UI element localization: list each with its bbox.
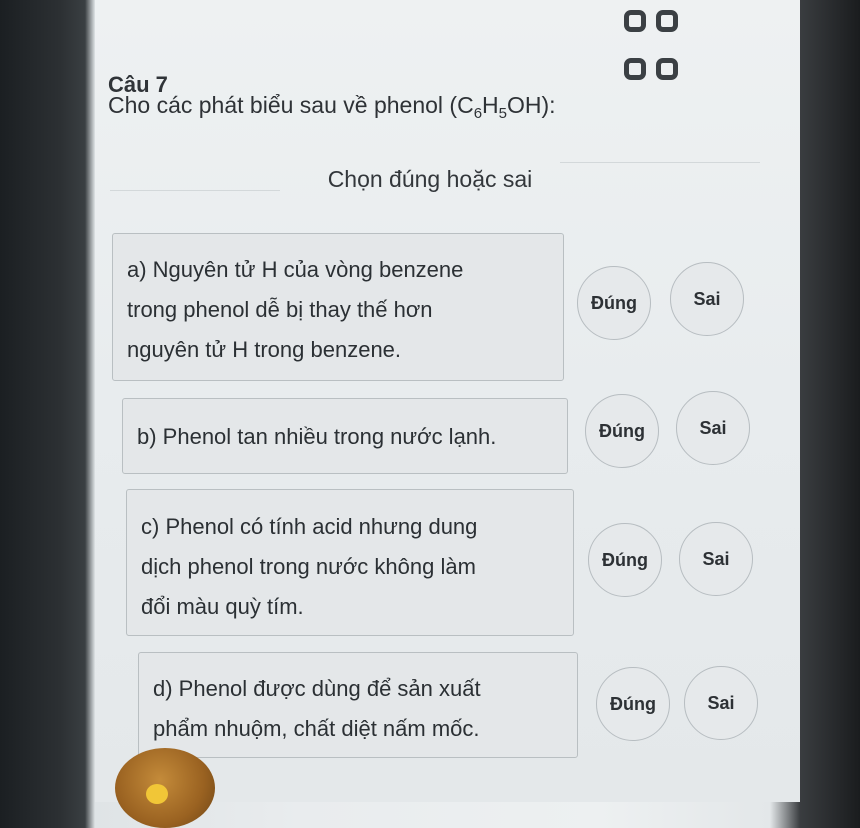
question-prompt: Cho các phát biểu sau về phenol (C6H5OH)… xyxy=(108,92,556,122)
statement-b: b) Phenol tan nhiều trong nước lạnh. xyxy=(122,398,568,474)
statement-d: d) Phenol được dùng để sản xuất phẩm nhu… xyxy=(138,652,578,758)
statement-d-true-button[interactable]: Đúng xyxy=(596,667,670,741)
grid-square-icon xyxy=(624,58,646,80)
statement-line: đổi màu quỳ tím. xyxy=(141,594,304,619)
grid-square-icon xyxy=(624,10,646,32)
statement-c-false-button[interactable]: Sai xyxy=(679,522,753,596)
statement-d-false-button[interactable]: Sai xyxy=(684,666,758,740)
statement-line: trong phenol dễ bị thay thế hơn xyxy=(127,297,433,322)
statement-b-false-button[interactable]: Sai xyxy=(676,391,750,465)
statement-b-true-button[interactable]: Đúng xyxy=(585,394,659,468)
statement-a-false-button[interactable]: Sai xyxy=(670,262,744,336)
statement-c: c) Phenol có tính acid nhưng dung dịch p… xyxy=(126,489,574,636)
statement-line: b) Phenol tan nhiều trong nước lạnh. xyxy=(137,424,497,449)
statement-line: a) Nguyên tử H của vòng benzene xyxy=(127,257,464,282)
statement-a-true-button[interactable]: Đúng xyxy=(577,266,651,340)
statement-line: dịch phenol trong nước không làm xyxy=(141,554,476,579)
statement-c-true-button[interactable]: Đúng xyxy=(588,523,662,597)
statement-line: nguyên tử H trong benzene. xyxy=(127,337,402,362)
statement-line: phẩm nhuộm, chất diệt nấm mốc. xyxy=(153,716,480,741)
formula-text: H xyxy=(482,92,499,118)
section-title: Chọn đúng hoặc sai xyxy=(327,166,533,192)
grid-square-icon xyxy=(656,10,678,32)
formula-subscript: 6 xyxy=(473,105,483,122)
prompt-text: Cho các phát biểu sau về phenol (C xyxy=(108,92,474,118)
statement-line: c) Phenol có tính acid nhưng dung xyxy=(141,514,478,539)
decorative-spot xyxy=(146,784,168,804)
statement-line: d) Phenol được dùng để sản xuất xyxy=(153,676,481,701)
statement-a: a) Nguyên tử H của vòng benzene trong ph… xyxy=(112,233,564,381)
formula-text: OH): xyxy=(507,92,556,118)
divider xyxy=(560,162,760,163)
grid-icon[interactable] xyxy=(624,10,692,82)
grid-square-icon xyxy=(656,58,678,80)
formula-subscript: 5 xyxy=(498,105,507,122)
